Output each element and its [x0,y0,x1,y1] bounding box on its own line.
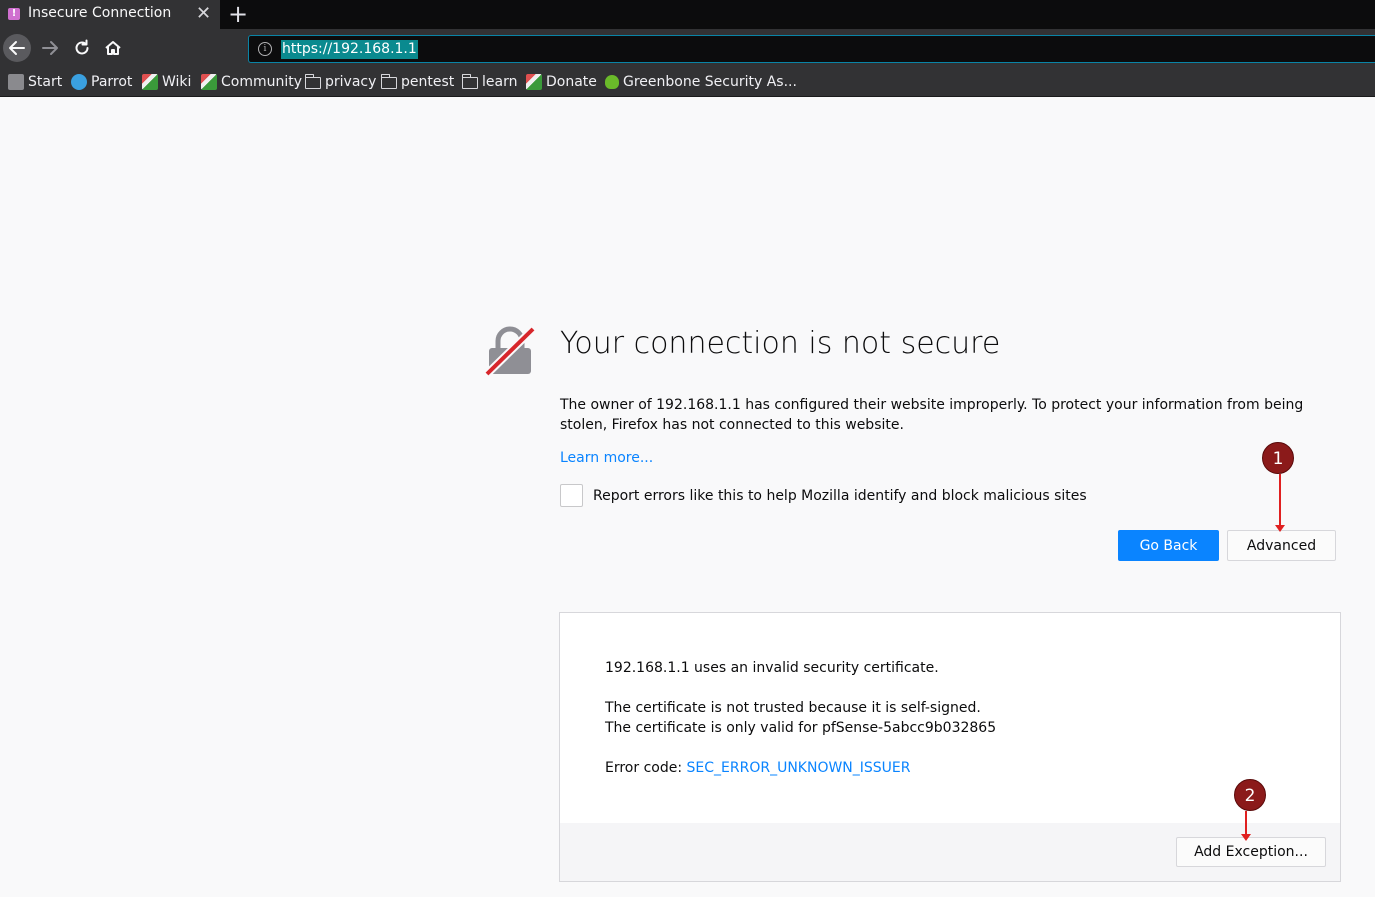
leaf-icon [526,74,542,90]
bookmark-donate[interactable]: Donate [526,72,597,92]
warning-favicon-icon: ! [8,8,20,20]
arrow-right-icon [42,41,58,55]
add-exception-button[interactable]: Add Exception... [1176,837,1326,867]
bookmark-label: pentest [401,74,455,90]
leaf-icon [142,74,158,90]
bookmark-label: Start [28,74,63,90]
home-button[interactable] [99,34,127,62]
bookmark-folder-learn[interactable]: learn [461,72,518,92]
advanced-panel: 192.168.1.1 uses an invalid security cer… [559,612,1341,882]
annotation-marker-2: 2 [1234,779,1266,811]
bookmarks-toolbar: Start Parrot Wiki Community privacy pent… [0,67,1375,97]
error-code-label: Error code: [605,760,687,776]
bookmark-greenbone[interactable]: Greenbone Security As... [605,72,797,92]
tab-title: Insecure Connection [28,5,172,21]
self-signed-text: The certificate is not trusted because i… [605,700,981,716]
bookmark-parrot[interactable]: Parrot [71,72,132,92]
error-code-row: Error code: SEC_ERROR_UNKNOWN_ISSUER [605,760,911,776]
bookmark-label: Community [221,74,303,90]
bookmark-label: privacy [325,74,377,90]
start-icon [8,74,24,90]
greenbone-icon [605,75,619,89]
reload-icon [75,39,89,55]
bookmark-start[interactable]: Start [8,72,62,92]
close-tab-icon[interactable]: ✕ [196,3,211,24]
forward-button[interactable] [36,34,64,62]
annotation-marker-1: 1 [1262,442,1294,474]
tab-strip: ! Insecure Connection ✕ + [0,0,1375,29]
learn-more-link[interactable]: Learn more... [560,450,653,466]
bookmark-label: Wiki [162,74,192,90]
bookmark-community[interactable]: Community [201,72,302,92]
url-bar[interactable]: i https://192.168.1.1 [248,35,1375,63]
new-tab-button[interactable]: + [228,0,248,28]
arrow-left-icon [9,41,25,55]
reload-button[interactable] [68,34,96,62]
info-icon[interactable]: i [258,42,272,56]
bookmark-label: Parrot [91,74,133,90]
folder-icon [380,74,397,89]
bookmark-folder-pentest[interactable]: pentest [380,72,455,92]
report-errors-row: Report errors like this to help Mozilla … [560,484,1087,507]
error-code-link[interactable]: SEC_ERROR_UNKNOWN_ISSUER [687,760,911,776]
advanced-button[interactable]: Advanced [1227,530,1336,561]
home-icon [105,41,121,55]
bookmark-wiki[interactable]: Wiki [142,72,191,92]
bookmark-label: learn [482,74,518,90]
parrot-icon [71,74,87,90]
navigation-bar: i https://192.168.1.1 [0,29,1375,67]
annotation-arrow-2 [1241,811,1251,841]
report-errors-label: Report errors like this to help Mozilla … [593,487,1087,504]
folder-icon [461,74,478,89]
back-button[interactable] [3,34,31,62]
annotation-arrow-1 [1275,474,1285,532]
bookmark-label: Greenbone Security As... [623,74,797,90]
url-input[interactable]: https://192.168.1.1 [281,40,418,59]
report-errors-checkbox[interactable] [560,484,583,507]
error-description: The owner of 192.168.1.1 has configured … [560,397,1304,433]
go-back-button[interactable]: Go Back [1118,530,1219,561]
folder-icon [304,74,321,89]
bookmark-label: Donate [546,74,597,90]
leaf-icon [201,74,217,90]
valid-for-text: The certificate is only valid for pfSens… [605,720,997,736]
tab-insecure-connection[interactable]: ! Insecure Connection ✕ [0,0,220,29]
broken-lock-icon [484,326,536,377]
bookmark-folder-privacy[interactable]: privacy [304,72,377,92]
page-title: Your connection is not secure [560,326,1001,361]
invalid-cert-text: 192.168.1.1 uses an invalid security cer… [605,660,939,676]
